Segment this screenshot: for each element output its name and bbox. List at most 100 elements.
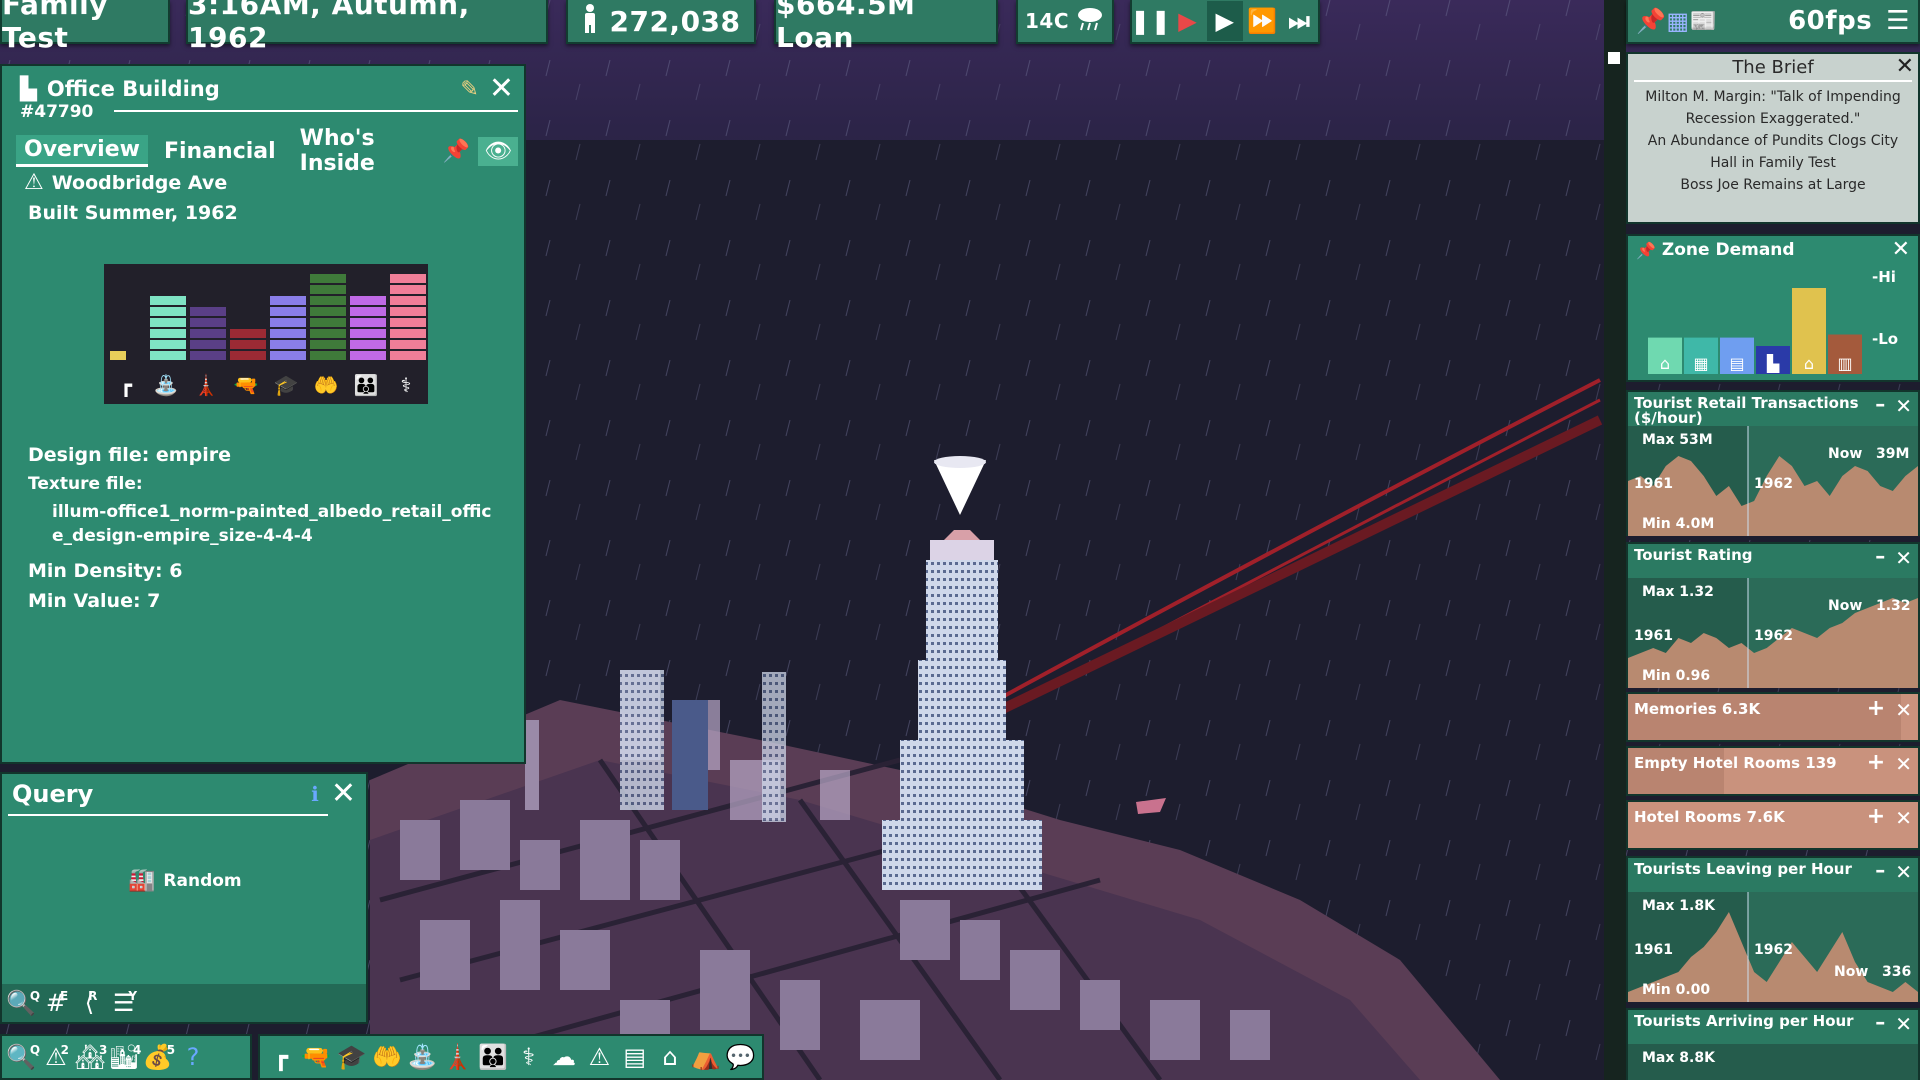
park-tool-icon[interactable]: ⛲ <box>406 1037 440 1077</box>
stat-cell <box>310 340 346 349</box>
collapse-icon[interactable]: – <box>1875 546 1885 566</box>
stat-cell <box>390 296 426 305</box>
houses-tool-icon[interactable]: 🏘 3 <box>74 1037 108 1077</box>
hazard-tool-icon[interactable]: ⚠ 2 <box>40 1037 74 1077</box>
help-icon[interactable]: ? <box>176 1037 210 1077</box>
family-tool-icon[interactable]: 👪 <box>476 1037 510 1077</box>
graph-year-b: 1962 <box>1754 942 1793 958</box>
random-query-button[interactable]: 🏭 Random <box>128 868 242 893</box>
slow-speed-icon[interactable]: ▶ <box>1170 1 1206 41</box>
expand-icon[interactable]: + <box>1867 806 1885 828</box>
home-tool-icon[interactable]: ⌂ <box>653 1037 687 1077</box>
warning-tool-icon[interactable]: ⚠ <box>582 1037 616 1077</box>
road-tool-icon[interactable]: ┏ <box>264 1037 298 1077</box>
city-tool-icon[interactable]: 🏙 4 <box>108 1037 142 1077</box>
headline-1[interactable]: Milton M. Margin: "Talk of Impending Rec… <box>1636 86 1910 130</box>
expand-icon[interactable]: + <box>1867 698 1885 720</box>
mini-bar-close-icon[interactable]: ✕ <box>1895 808 1912 828</box>
stat-cell <box>390 307 426 316</box>
graph-max: Max 1.32 <box>1642 584 1714 600</box>
tourist-retail-close-icon[interactable]: ✕ <box>1895 396 1912 416</box>
headline-2[interactable]: An Abundance of Pundits Clogs City Hall … <box>1636 130 1910 174</box>
education-tool-icon[interactable]: 🎓 <box>335 1037 369 1077</box>
zone-demand-close-icon[interactable]: ✕ <box>1892 239 1910 261</box>
loan-pill[interactable]: $664.5M Loan <box>774 0 998 54</box>
roof-tool-icon[interactable]: ⛺ <box>689 1037 723 1077</box>
query-divider <box>8 814 328 816</box>
grid-query-icon[interactable]: # E <box>40 983 74 1023</box>
city-name-pill[interactable]: Family Test <box>0 0 170 54</box>
tab-financial[interactable]: Financial <box>156 137 284 166</box>
route-icon[interactable]: ⟨ R <box>74 983 108 1023</box>
mini-bar-close-icon[interactable]: ✕ <box>1895 754 1912 774</box>
rename-pencil-icon[interactable]: ✎ <box>460 77 478 102</box>
header-divider <box>114 110 518 112</box>
stat-cell <box>150 340 186 349</box>
grid-icon[interactable]: ▦ <box>1666 7 1689 35</box>
weather-tool-icon[interactable]: ☁ <box>547 1037 581 1077</box>
headline-3[interactable]: Boss Joe Remains at Large <box>1636 174 1910 196</box>
query-title: Query <box>12 780 94 808</box>
building-close-icon[interactable]: ✕ <box>489 74 514 104</box>
stat-cell <box>150 351 186 360</box>
population-pill[interactable]: 272,038 <box>566 0 756 44</box>
health-tool-icon[interactable]: ⚕ <box>512 1037 546 1077</box>
pin-icon[interactable]: 📌 <box>443 139 470 164</box>
pin-icon[interactable]: 📌 <box>1636 241 1656 260</box>
memories-bar[interactable]: Memories 6.3K + ✕ <box>1626 692 1920 742</box>
weather-pill[interactable]: 14C <box>1016 0 1114 44</box>
tab-whos-inside[interactable]: Who's Inside <box>292 124 435 178</box>
play-icon[interactable]: ▶ <box>1206 1 1243 41</box>
graph-max: Max 1.8K <box>1642 898 1715 914</box>
tourists-leaving-graph[interactable]: Tourists Leaving per Hour – ✕ Max 1.8K M… <box>1626 856 1920 1002</box>
address[interactable]: Woodbridge Ave <box>52 172 227 194</box>
tourist-rating-graph[interactable]: Tourist Rating – ✕ Max 1.32 Min 0.96 196… <box>1626 542 1920 688</box>
mini-bar-close-icon[interactable]: ✕ <box>1895 700 1912 720</box>
magnify-icon[interactable]: 🔍 Q <box>6 983 40 1023</box>
collapse-icon[interactable]: – <box>1875 860 1885 880</box>
stat-cell <box>350 340 386 349</box>
collapse-icon[interactable]: – <box>1875 1012 1885 1032</box>
police-tool-icon[interactable]: 🔫 <box>299 1037 333 1077</box>
pin-icon[interactable]: 📌 <box>1636 7 1666 35</box>
fast-forward-icon[interactable]: ⏩ <box>1244 1 1280 41</box>
built-date: Built Summer, 1962 <box>28 202 238 224</box>
tourists-arriving-close-icon[interactable]: ✕ <box>1895 1014 1912 1034</box>
building-tool-icon[interactable]: ▤ <box>618 1037 652 1077</box>
expand-icon[interactable]: + <box>1867 752 1885 774</box>
donation-tool-icon[interactable]: 🤲 <box>370 1037 404 1077</box>
building-stats-svg: ┏ ⛲ 🗼 🔫 🎓 🤲 👪 ⚕ <box>110 274 426 398</box>
menu-icon[interactable]: ☰ <box>1886 6 1910 36</box>
budget-tool-icon[interactable]: 💰 5 <box>142 1037 176 1077</box>
min-density: Min Density: 6 <box>28 560 183 582</box>
fastest-forward-icon[interactable]: ⏭ <box>1281 1 1317 41</box>
hotel-rooms-bar[interactable]: Hotel Rooms 7.6K + ✕ <box>1626 800 1920 850</box>
tourists-arriving-graph[interactable]: Tourists Arriving per Hour – ✕ Max 8.8K <box>1626 1008 1920 1080</box>
tourists-leaving-close-icon[interactable]: ✕ <box>1895 862 1912 882</box>
brief-close-icon[interactable]: ✕ <box>1896 56 1914 78</box>
zone-demand-title: Zone Demand <box>1661 240 1795 260</box>
stat-cell <box>310 274 346 283</box>
tab-overview[interactable]: Overview <box>16 135 148 167</box>
query-toolbar: 🔍 Q # E ⟨ R ☰ Y <box>2 984 366 1022</box>
tourist-retail-graph[interactable]: Tourist Retail Transactions ($/hour) – ✕… <box>1626 390 1920 536</box>
info-icon[interactable]: ℹ <box>311 782 319 806</box>
pause-icon[interactable]: ❚❚ <box>1130 1 1171 41</box>
zone-demand-bar <box>1756 346 1790 350</box>
empty-hotel-rooms-bar[interactable]: Empty Hotel Rooms 139 + ✕ <box>1626 746 1920 796</box>
newspaper-icon[interactable]: 📰 <box>1690 9 1718 34</box>
query-close-icon[interactable]: ✕ <box>331 779 356 809</box>
stat-category-icon: 🗼 <box>194 373 219 397</box>
list-query-icon[interactable]: ☰ Y <box>108 983 142 1023</box>
collapse-icon[interactable]: – <box>1875 394 1885 414</box>
building-panel: ▙ Office Building ✎ ✕ #47790 Overview Fi… <box>0 64 526 764</box>
eye-icon[interactable]: 👁 <box>478 136 518 166</box>
graph-year-a: 1961 <box>1634 476 1673 492</box>
stat-cell <box>110 351 126 360</box>
query-tool-icon[interactable]: 🔍 Q <box>6 1037 40 1077</box>
zone-glyph: ⌂ <box>1660 354 1670 373</box>
tourist-rating-close-icon[interactable]: ✕ <box>1895 548 1912 568</box>
monument-tool-icon[interactable]: 🗼 <box>441 1037 475 1077</box>
zone-glyph: ▦ <box>1693 354 1708 373</box>
chat-tool-icon[interactable]: 💬 <box>724 1037 758 1077</box>
